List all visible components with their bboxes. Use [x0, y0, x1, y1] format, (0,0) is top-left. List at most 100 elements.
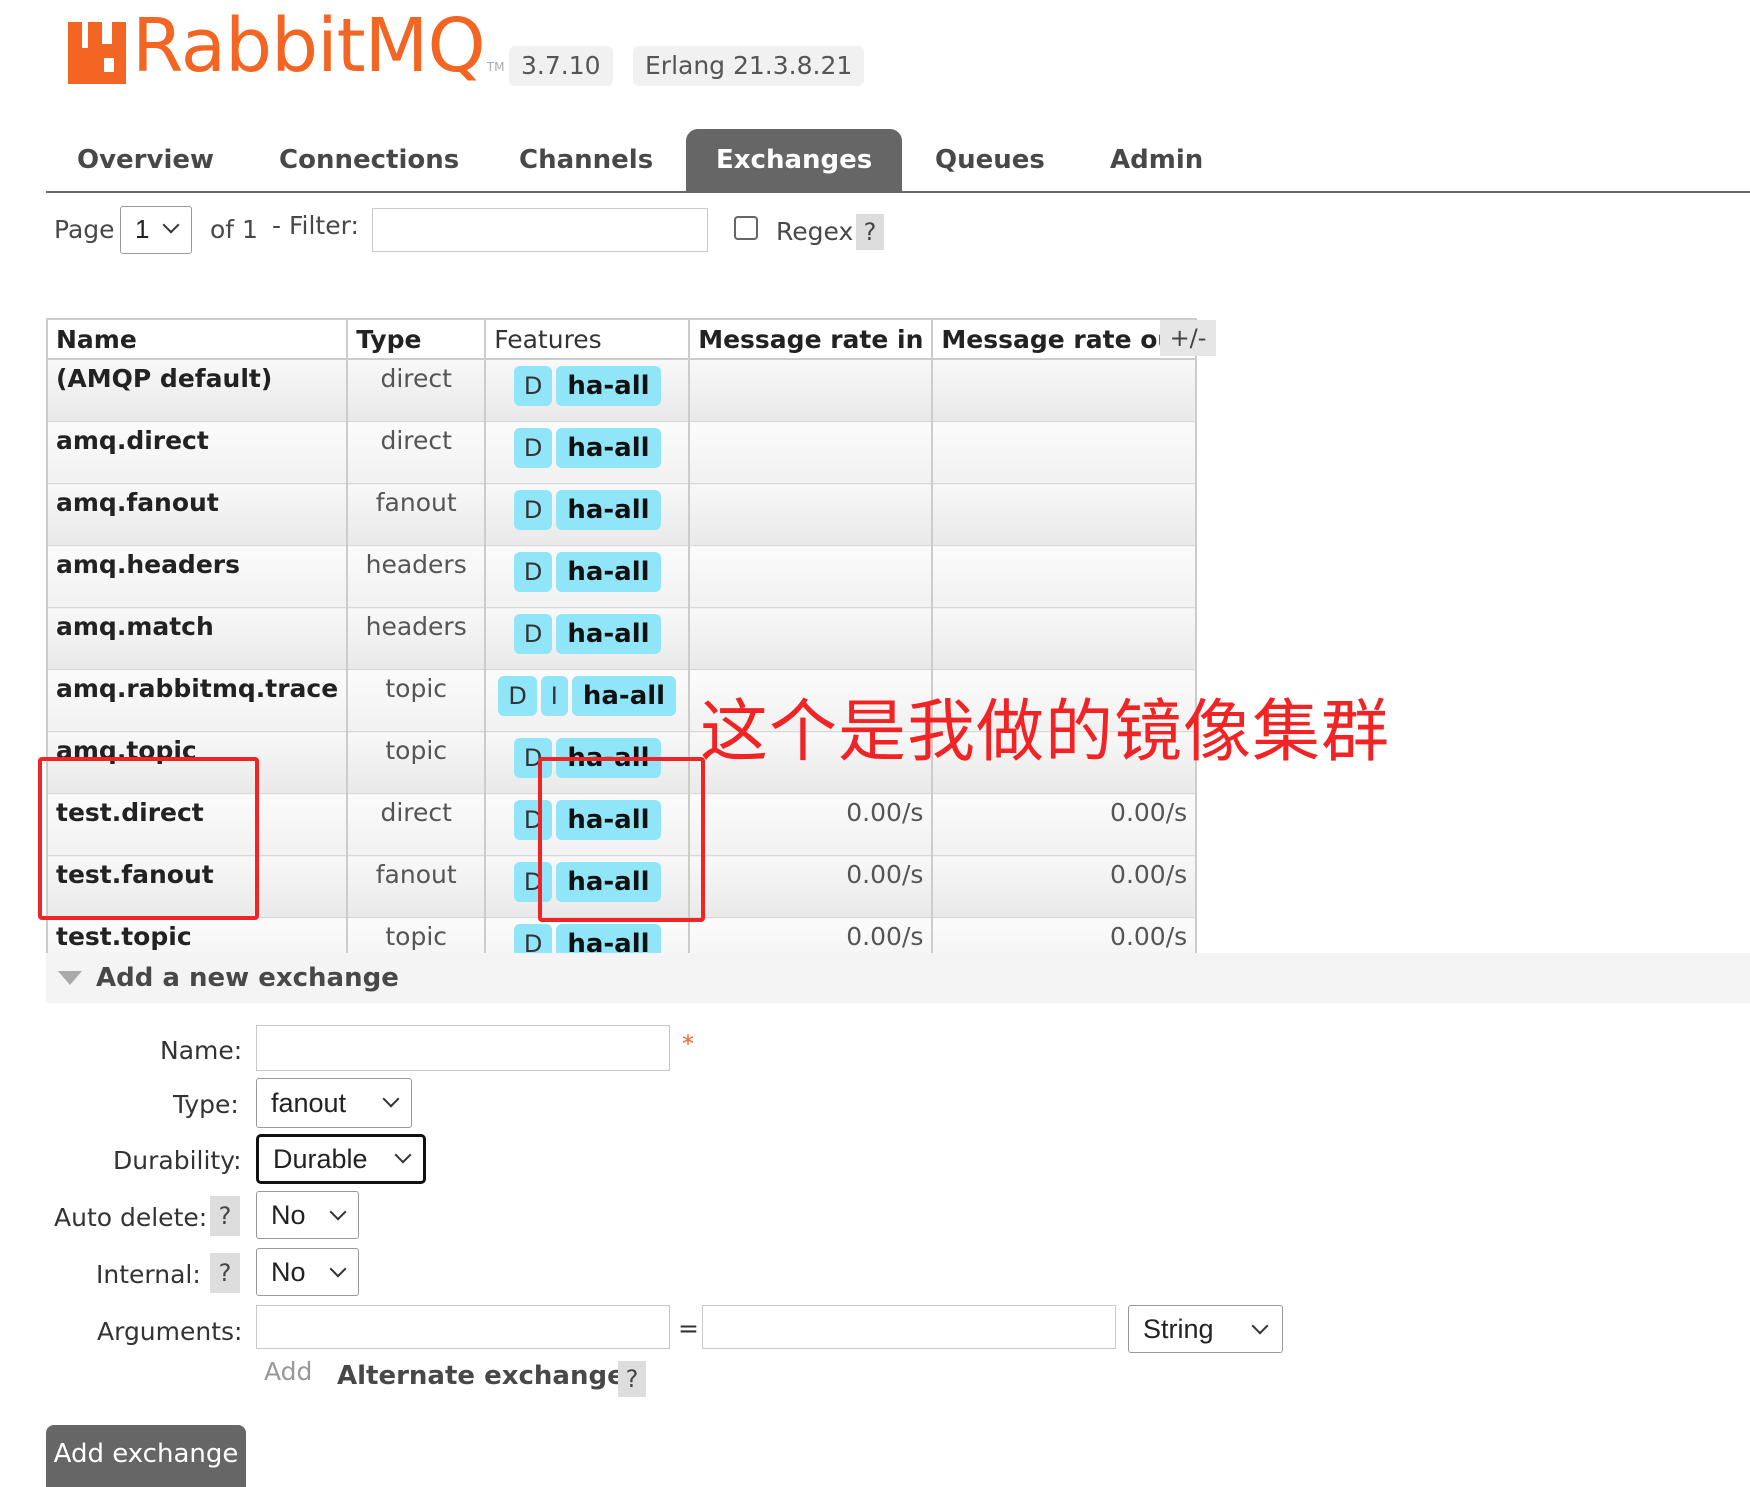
durability-label: Durability: [113, 1146, 242, 1175]
column-header-type[interactable]: Type [346, 318, 487, 360]
tab-queues[interactable]: Queues [935, 129, 1045, 191]
internal-value: No [271, 1257, 306, 1287]
exchange-features: Dha-all [484, 607, 691, 670]
exchange-features: Dha-all [484, 483, 691, 546]
exchange-features: Dha-all [484, 358, 691, 422]
feature-tag: D [498, 676, 537, 716]
table-row: amq.headers headers Dha-all [45, 545, 1198, 608]
regex-label: Regex [776, 217, 854, 246]
chevron-down-icon [382, 1090, 400, 1108]
column-header-rate-in[interactable]: Message rate in [688, 318, 934, 360]
exchange-name-input[interactable] [256, 1025, 670, 1071]
table-header-row: Name Type Features Message rate in Messa… [45, 318, 1198, 360]
auto-delete-select[interactable]: No [256, 1191, 359, 1239]
column-header-features: Features [484, 318, 691, 360]
alternate-exchange-link[interactable]: Alternate exchange [337, 1361, 625, 1391]
policy-tag[interactable]: ha-all [556, 366, 661, 406]
argument-value-input[interactable] [702, 1305, 1116, 1349]
exchange-type: direct [346, 421, 487, 484]
filter-input[interactable] [372, 208, 708, 252]
tab-admin[interactable]: Admin [1110, 129, 1203, 191]
add-exchange-section-header[interactable]: Add a new exchange [46, 953, 1750, 1003]
durability-select[interactable]: Durable [256, 1134, 426, 1184]
policy-tag[interactable]: ha-all [556, 614, 661, 654]
message-rate-out [931, 421, 1198, 484]
rabbitmq-logo: RabbitMQ TM [68, 8, 504, 84]
regex-help-button[interactable]: ? [856, 214, 884, 250]
exchange-type: topic [346, 669, 487, 732]
exchange-name-link[interactable]: amq.match [45, 607, 349, 670]
add-exchange-button[interactable]: Add exchange [46, 1425, 246, 1487]
chevron-down-icon [394, 1146, 412, 1164]
exchange-type: topic [346, 731, 487, 794]
feature-tag: D [513, 428, 553, 468]
message-rate-out: 0.00/s [931, 855, 1198, 918]
argument-type-select[interactable]: String [1128, 1305, 1283, 1353]
policy-tag[interactable]: ha-all [556, 428, 661, 468]
durability-value: Durable [273, 1144, 368, 1174]
message-rate-out [931, 483, 1198, 546]
message-rate-out [931, 607, 1198, 670]
auto-delete-value: No [271, 1200, 306, 1230]
column-header-rate-out[interactable]: Message rate out [931, 318, 1198, 360]
exchange-type: fanout [346, 855, 487, 918]
version-badge: 3.7.10 [509, 46, 613, 86]
table-row: amq.fanout fanout Dha-all [45, 483, 1198, 546]
table-row: amq.direct direct Dha-all [45, 421, 1198, 484]
exchange-name-link[interactable]: amq.headers [45, 545, 349, 608]
internal-help-button[interactable]: ? [210, 1253, 240, 1293]
page-of-label: of 1 [210, 215, 258, 244]
feature-tag: I [540, 676, 568, 716]
argument-type-value: String [1143, 1314, 1214, 1344]
exchange-type: headers [346, 607, 487, 670]
type-label: Type: [173, 1090, 239, 1119]
exchange-type: direct [346, 793, 487, 856]
brand-name: RabbitMQ [132, 3, 486, 89]
regex-checkbox[interactable] [734, 216, 758, 240]
exchange-name-link[interactable]: amq.rabbitmq.trace [45, 669, 349, 732]
auto-delete-help-button[interactable]: ? [210, 1196, 240, 1236]
page-select[interactable]: 1 [120, 206, 192, 254]
rabbitmq-logo-icon [68, 22, 126, 84]
tab-connections[interactable]: Connections [279, 129, 459, 191]
exchange-name-link[interactable]: amq.fanout [45, 483, 349, 546]
message-rate-in [688, 483, 934, 546]
column-header-name[interactable]: Name [45, 318, 349, 360]
erlang-version-badge: Erlang 21.3.8.21 [633, 46, 865, 86]
exchange-name-link[interactable]: (AMQP default) [45, 358, 349, 422]
annotation-box-exchange-names [38, 757, 259, 920]
exchange-features: Dha-all [484, 545, 691, 608]
exchange-type-select[interactable]: fanout [256, 1078, 412, 1128]
policy-tag[interactable]: ha-all [556, 552, 661, 592]
chevron-down-icon [1251, 1317, 1269, 1335]
exchange-type: headers [346, 545, 487, 608]
policy-tag[interactable]: ha-all [571, 676, 677, 716]
chevron-down-icon [329, 1203, 347, 1221]
message-rate-in [688, 421, 934, 484]
add-argument-link[interactable]: Add [264, 1357, 312, 1386]
message-rate-in: 0.00/s [688, 855, 934, 918]
argument-key-input[interactable] [256, 1305, 670, 1349]
tab-channels[interactable]: Channels [519, 129, 653, 191]
message-rate-out [931, 545, 1198, 608]
exchange-name-link[interactable]: amq.direct [45, 421, 349, 484]
alternate-exchange-help-button[interactable]: ? [618, 1361, 646, 1397]
policy-tag[interactable]: ha-all [556, 490, 661, 530]
message-rate-in [688, 545, 934, 608]
arguments-equals: = [678, 1314, 699, 1343]
table-row: amq.match headers Dha-all [45, 607, 1198, 670]
tab-overview[interactable]: Overview [77, 129, 214, 191]
internal-select[interactable]: No [256, 1248, 359, 1296]
feature-tag: D [513, 614, 553, 654]
column-toggle-button[interactable]: +/- [1160, 320, 1216, 356]
exchange-type: fanout [346, 483, 487, 546]
arguments-label: Arguments: [97, 1317, 243, 1346]
table-row: (AMQP default) direct Dha-all [45, 358, 1198, 422]
tab-exchanges[interactable]: Exchanges [686, 129, 903, 191]
collapse-triangle-icon [58, 971, 82, 985]
page-label: Page [54, 215, 115, 244]
trademark: TM [486, 60, 505, 74]
exchange-features: Dha-all [484, 421, 691, 484]
page-select-value: 1 [135, 214, 150, 244]
internal-label: Internal: [96, 1260, 201, 1289]
